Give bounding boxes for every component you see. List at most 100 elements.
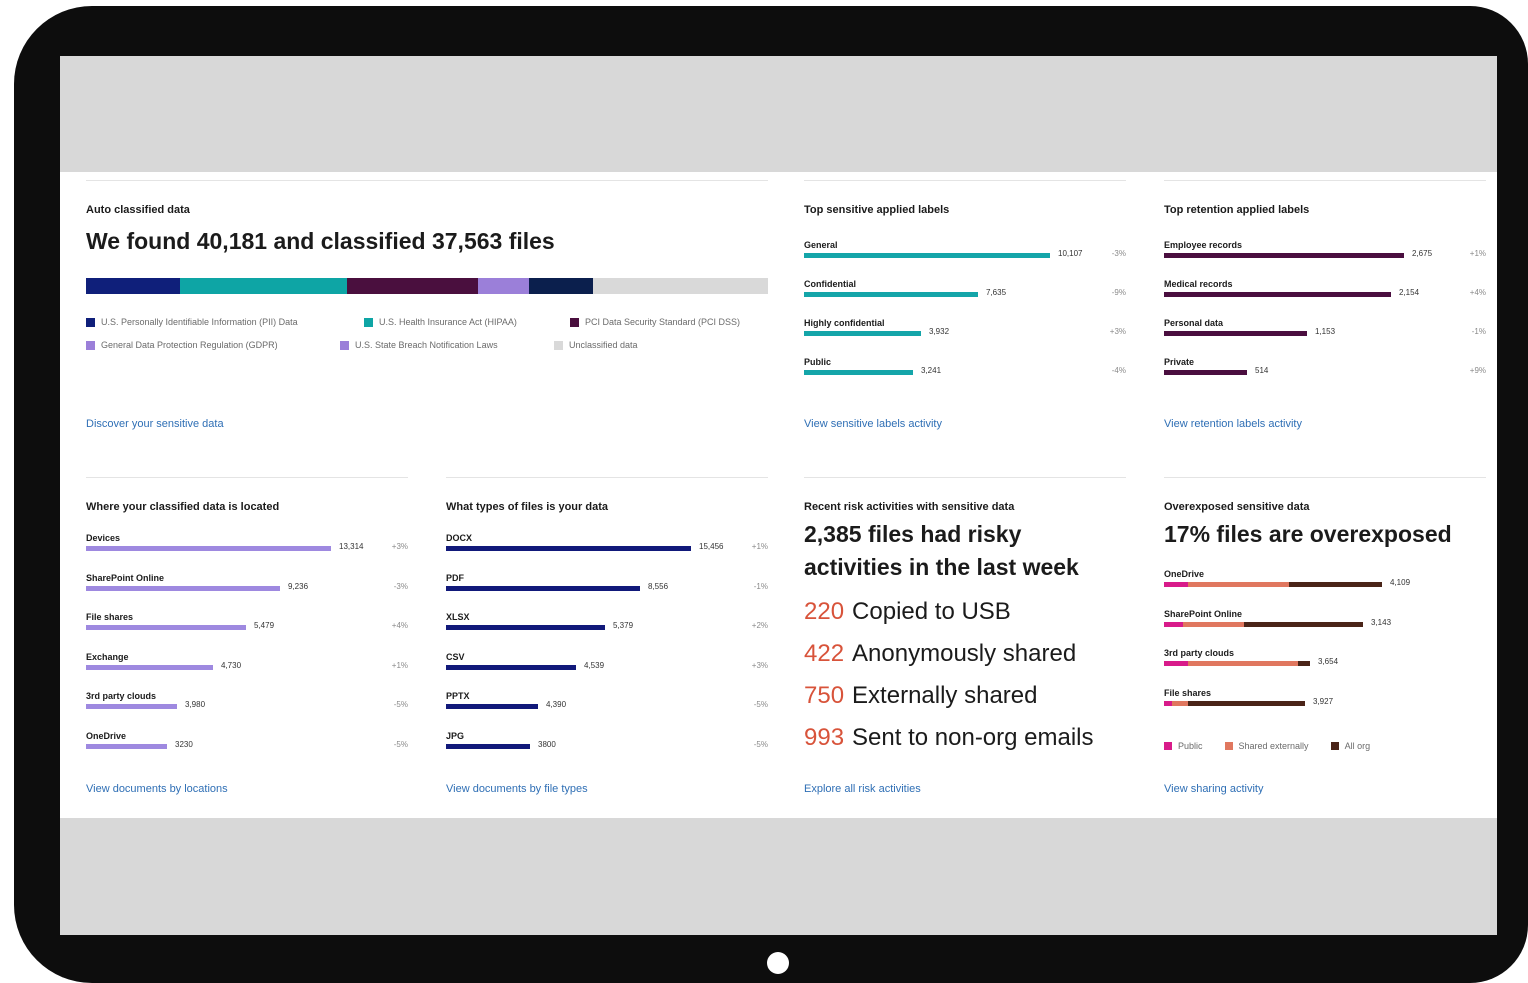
value-bar (446, 625, 605, 630)
bar-row: SharePoint Online 9,236 -3% (86, 573, 408, 609)
value-bar (86, 625, 246, 630)
value-bar (1164, 331, 1307, 336)
value-bar (804, 370, 913, 375)
legend-swatch (340, 340, 349, 350)
value-bar (446, 546, 691, 551)
segment-shared (1172, 700, 1188, 706)
value-bar (86, 743, 167, 749)
card-title: Top retention applied labels (1164, 204, 1310, 216)
row-label: Medical records (1164, 279, 1233, 289)
row-change: +2% (751, 621, 768, 630)
card-title: Auto classified data (86, 204, 190, 216)
legend-swatch (1330, 742, 1339, 750)
legend-label: U.S. State Breach Notification Laws (355, 340, 498, 350)
sharing-legend: Public Shared externally All org (1164, 741, 1370, 751)
legend-item: U.S. Personally Identifiable Information… (86, 317, 298, 327)
discover-sensitive-data-link[interactable]: Discover your sensitive data (86, 418, 224, 430)
legend-label: All org (1344, 741, 1371, 751)
view-sensitive-labels-link[interactable]: View sensitive labels activity (804, 418, 942, 430)
row-change: -1% (753, 581, 768, 591)
bar-row: Public 3,241 -4% (804, 357, 1126, 393)
locations-card: Where your classified data is located De… (86, 477, 408, 797)
card-title: Recent risk activities with sensitive da… (804, 501, 1015, 513)
risk-item-non-org-email: 993 Sent to non-org emails (804, 724, 1094, 752)
row-label: PDF (446, 572, 464, 583)
row-change: +3% (391, 542, 408, 551)
bar-row: Highly confidential 3,932 +3% (804, 318, 1126, 354)
risk-item-external: 750 Externally shared (804, 682, 1037, 710)
value-bar (1164, 253, 1404, 258)
legend-item: Shared externally (1224, 741, 1309, 751)
risk-activities-card: Recent risk activities with sensitive da… (804, 477, 1126, 797)
row-change: -4% (1111, 366, 1126, 375)
legend-item: Unclassified data (554, 340, 638, 350)
view-documents-by-locations-link[interactable]: View documents by locations (86, 783, 228, 795)
home-button[interactable] (767, 952, 789, 974)
card-divider (804, 477, 1126, 478)
value-bar (86, 585, 280, 591)
row-value: 3,932 (929, 327, 950, 336)
value-bar (446, 704, 538, 709)
row-change: -3% (1111, 249, 1126, 258)
card-divider (1164, 477, 1486, 478)
card-divider (804, 180, 1126, 181)
explore-risk-activities-link[interactable]: Explore all risk activities (804, 783, 921, 795)
row-value: 3,241 (921, 366, 942, 375)
segment-shared (1188, 661, 1298, 666)
risk-label: Copied to USB (852, 598, 1011, 625)
legend-label: Unclassified data (569, 340, 638, 350)
row-value: 2,675 (1412, 249, 1433, 258)
legend-item: U.S. Health Insurance Act (HIPAA) (364, 317, 517, 327)
segment-allorg (1188, 700, 1305, 706)
row-value: 5,479 (254, 621, 275, 630)
row-label: File shares (86, 612, 134, 622)
row-change: +4% (1469, 288, 1486, 297)
value-bar (446, 664, 576, 670)
view-documents-by-file-types-link[interactable]: View documents by file types (446, 783, 588, 795)
risk-headline-line-2: activities in the last week (804, 554, 1079, 580)
value-bar (446, 743, 530, 749)
view-sharing-activity-link[interactable]: View sharing activity (1164, 783, 1263, 795)
bar-row: File shares 5,479 +4% (86, 612, 408, 648)
segment-gdpr (478, 278, 530, 294)
row-label: Personal data (1164, 318, 1224, 328)
risk-headline-line-1: 2,385 files had risky (804, 521, 1022, 547)
row-value: 9,236 (288, 581, 309, 591)
row-value: 2,154 (1399, 288, 1420, 297)
value-bar (86, 704, 177, 709)
row-label: Highly confidential (804, 318, 885, 328)
segment-shared (1183, 621, 1244, 627)
overexposed-card: Overexposed sensitive data 17% files are… (1164, 477, 1486, 797)
risk-count: 750 (804, 682, 845, 709)
view-retention-labels-link[interactable]: View retention labels activity (1164, 418, 1302, 430)
risk-count: 220 (804, 598, 845, 625)
row-change: +1% (391, 660, 408, 670)
tablet-screen: Auto classified data We found 40,181 and… (60, 56, 1497, 935)
segment-public (1164, 661, 1188, 666)
row-value: 4,390 (546, 700, 567, 709)
bar-row: SharePoint Online 3,143 (1164, 609, 1486, 645)
row-change: +3% (1109, 327, 1126, 336)
row-label: DOCX (446, 533, 473, 543)
row-value: 3,927 (1313, 696, 1334, 706)
card-title: What types of files is your data (446, 501, 608, 513)
value-bar (86, 546, 331, 551)
legend-label: U.S. Personally Identifiable Information… (101, 317, 298, 327)
sharing-stacked-bar (1164, 700, 1305, 706)
card-title: Top sensitive applied labels (804, 204, 950, 216)
value-bar (804, 253, 1050, 258)
row-value: 5,379 (613, 621, 634, 630)
legend-label: Shared externally (1238, 741, 1309, 751)
sharing-stacked-bar (1164, 661, 1310, 666)
legend-swatch (1164, 742, 1172, 750)
row-label: OneDrive (1164, 569, 1205, 579)
segment-breach (529, 278, 593, 294)
row-label: 3rd party clouds (1164, 648, 1235, 658)
row-value: 514 (1255, 366, 1269, 375)
row-label: Confidential (804, 279, 856, 289)
classification-stacked-bar (86, 278, 768, 294)
row-value: 4,730 (221, 660, 242, 670)
bar-row: OneDrive 3230 -5% (86, 731, 408, 767)
retention-labels-card: Top retention applied labels Employee re… (1164, 180, 1486, 440)
card-divider (446, 477, 768, 478)
